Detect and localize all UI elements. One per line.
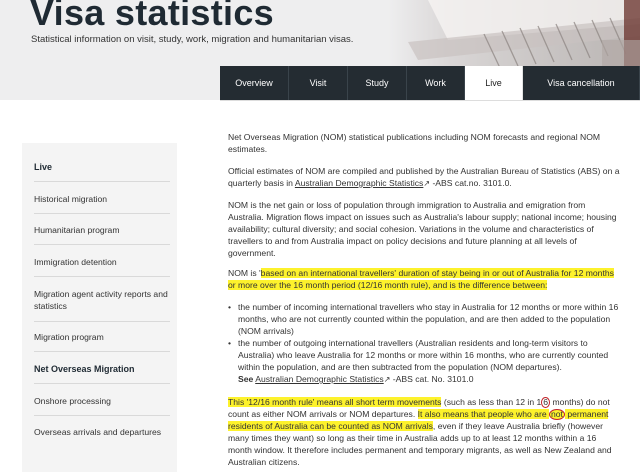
abs-text-after: -ABS cat.no. 3101.0. (430, 177, 512, 188)
sidebar-divider (34, 276, 170, 277)
tabs-divider (220, 100, 640, 101)
sidebar-item-net-overseas-migration[interactable]: Net Overseas Migration (34, 364, 169, 376)
sidebar-nav: Live Historical migration Humanitarian p… (22, 143, 177, 472)
sidebar-item-onshore-processing[interactable]: Onshore processing (34, 396, 169, 408)
rule-explanation-paragraph: This '12/16 month rule' means all short … (228, 397, 621, 468)
annotation-circle-not: not (548, 408, 565, 420)
sidebar-item-migration-program[interactable]: Migration program (34, 332, 169, 344)
sidebar-item-migration-agent-activity[interactable]: Migration agent activity reports and sta… (34, 289, 169, 312)
bullet-nom-departures: the number of outgoing international tra… (228, 338, 621, 374)
page-title: Visa statistics (30, 0, 274, 33)
sidebar-item-historical-migration[interactable]: Historical migration (34, 194, 169, 206)
section-tabs: Overview Visit Study Work Live Visa canc… (220, 66, 640, 100)
see-demographic-link[interactable]: Australian Demographic Statistics (255, 374, 383, 384)
sidebar-divider (34, 415, 170, 416)
sidebar-divider (34, 181, 170, 182)
rule-highlight-1: This '12/16 month rule' means all short … (228, 397, 442, 407)
abs-demographic-link[interactable]: Australian Demographic Statistics (295, 178, 423, 188)
intro-paragraph: Net Overseas Migration (NOM) statistical… (228, 132, 601, 154)
rule-highlight-2a: It also means that people who are (417, 408, 549, 419)
annotation-circle: 6 (541, 397, 551, 408)
tab-live[interactable]: Live (465, 66, 523, 100)
abs-paragraph: Official estimates of NOM are compiled a… (228, 166, 621, 190)
sidebar-divider (34, 351, 170, 352)
sidebar-divider (34, 244, 170, 245)
nom-bullet-list: the number of incoming international tra… (228, 302, 621, 373)
sidebar-item-immigration-detention[interactable]: Immigration detention (34, 257, 169, 269)
sidebar-divider (34, 321, 170, 322)
nom-rule-paragraph: NOM is 'based on an international travel… (228, 268, 621, 292)
sidebar-heading-live[interactable]: Live (34, 162, 169, 174)
bullet-nom-arrivals: the number of incoming international tra… (228, 302, 621, 338)
sidebar-item-humanitarian-program[interactable]: Humanitarian program (34, 225, 169, 237)
tab-study[interactable]: Study (348, 66, 407, 100)
see-reference: See Australian Demographic Statistics↗ -… (238, 374, 621, 386)
tab-overview[interactable]: Overview (220, 66, 289, 100)
nom-rule-lead: NOM is ' (228, 268, 261, 278)
sidebar-divider (34, 213, 170, 214)
see-text-after: -ABS cat. No. 3101.0 (390, 374, 474, 384)
see-label: See (238, 374, 254, 384)
rule-text-1: (such as less than 12 in 1 (441, 397, 542, 407)
tab-visa-cancellation[interactable]: Visa cancellation (523, 66, 640, 100)
page-subtitle: Statistical information on visit, study,… (31, 34, 354, 45)
sidebar-item-overseas-arrivals-departures[interactable]: Overseas arrivals and departures (34, 427, 169, 439)
nom-rule-highlight: based on an international travellers' du… (228, 268, 614, 290)
sidebar-divider (34, 383, 170, 384)
nom-definition-paragraph: NOM is the net gain or loss of populatio… (228, 200, 617, 258)
tab-visit[interactable]: Visit (289, 66, 348, 100)
tab-work[interactable]: Work (407, 66, 465, 100)
